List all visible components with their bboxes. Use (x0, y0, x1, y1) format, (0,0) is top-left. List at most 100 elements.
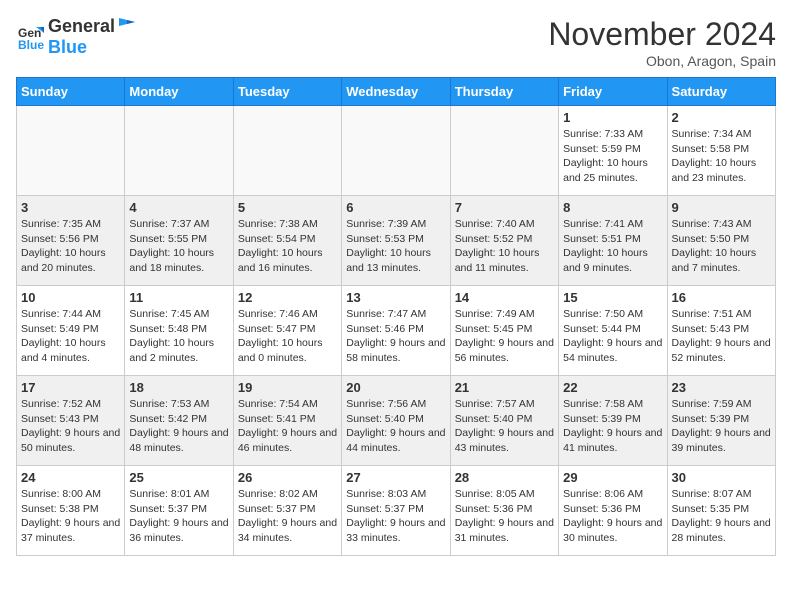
day-info: Sunrise: 7:38 AMSunset: 5:54 PMDaylight:… (238, 217, 337, 276)
day-number: 11 (129, 290, 228, 305)
day-number: 29 (563, 470, 662, 485)
day-info: Sunrise: 7:58 AMSunset: 5:39 PMDaylight:… (563, 397, 662, 456)
svg-text:Blue: Blue (18, 38, 44, 51)
logo: Gen Blue General Blue (16, 16, 135, 58)
calendar-day: 16 Sunrise: 7:51 AMSunset: 5:43 PMDayligh… (667, 286, 775, 376)
day-number: 20 (346, 380, 445, 395)
day-number: 1 (563, 110, 662, 125)
calendar-day: 17Sunrise: 7:52 AMSunset: 5:43 PMDayligh… (17, 376, 125, 466)
day-number: 18 (129, 380, 228, 395)
calendar-day: 9 Sunrise: 7:43 AMSunset: 5:50 PMDaylight… (667, 196, 775, 286)
weekday-header-thursday: Thursday (450, 78, 558, 106)
calendar-day: 18 Sunrise: 7:53 AMSunset: 5:42 PMDayligh… (125, 376, 233, 466)
calendar-day (17, 106, 125, 196)
calendar-day: 29 Sunrise: 8:06 AMSunset: 5:36 PMDayligh… (559, 466, 667, 556)
day-number: 30 (672, 470, 771, 485)
day-number: 10 (21, 290, 120, 305)
day-number: 13 (346, 290, 445, 305)
day-number: 8 (563, 200, 662, 215)
calendar-header-row: SundayMondayTuesdayWednesdayThursdayFrid… (17, 78, 776, 106)
page-header: Gen Blue General Blue November 2024 Obon… (16, 16, 776, 69)
calendar-week-4: 17Sunrise: 7:52 AMSunset: 5:43 PMDayligh… (17, 376, 776, 466)
calendar-day: 14Sunrise: 7:49 AMSunset: 5:45 PMDayligh… (450, 286, 558, 376)
weekday-header-tuesday: Tuesday (233, 78, 341, 106)
day-info: Sunrise: 7:49 AMSunset: 5:45 PMDaylight:… (455, 307, 554, 366)
day-info: Sunrise: 7:54 AMSunset: 5:41 PMDaylight:… (238, 397, 337, 456)
calendar-day: 22 Sunrise: 7:58 AMSunset: 5:39 PMDayligh… (559, 376, 667, 466)
location: Obon, Aragon, Spain (548, 53, 776, 69)
day-info: Sunrise: 7:45 AMSunset: 5:48 PMDaylight:… (129, 307, 228, 366)
day-number: 17 (21, 380, 120, 395)
calendar-day: 23Sunrise: 7:59 AMSunset: 5:39 PMDayligh… (667, 376, 775, 466)
day-info: Sunrise: 8:00 AMSunset: 5:38 PMDaylight:… (21, 487, 120, 546)
day-info: Sunrise: 7:44 AMSunset: 5:49 PMDaylight:… (21, 307, 120, 366)
day-number: 15 (563, 290, 662, 305)
calendar-day: 5Sunrise: 7:38 AMSunset: 5:54 PMDaylight… (233, 196, 341, 286)
day-info: Sunrise: 7:40 AMSunset: 5:52 PMDaylight:… (455, 217, 554, 276)
day-info: Sunrise: 7:46 AMSunset: 5:47 PMDaylight:… (238, 307, 337, 366)
day-info: Sunrise: 8:05 AMSunset: 5:36 PMDaylight:… (455, 487, 554, 546)
calendar-day: 30 Sunrise: 8:07 AMSunset: 5:35 PMDayligh… (667, 466, 775, 556)
day-number: 9 (672, 200, 771, 215)
day-info: Sunrise: 8:07 AMSunset: 5:35 PMDaylight:… (672, 487, 771, 546)
calendar-day (342, 106, 450, 196)
day-info: Sunrise: 7:51 AMSunset: 5:43 PMDaylight:… (672, 307, 771, 366)
calendar-day: 6 Sunrise: 7:39 AMSunset: 5:53 PMDaylight… (342, 196, 450, 286)
weekday-header-wednesday: Wednesday (342, 78, 450, 106)
day-info: Sunrise: 8:06 AMSunset: 5:36 PMDaylight:… (563, 487, 662, 546)
day-number: 22 (563, 380, 662, 395)
day-number: 16 (672, 290, 771, 305)
calendar-day (125, 106, 233, 196)
weekday-header-monday: Monday (125, 78, 233, 106)
calendar-day: 13Sunrise: 7:47 AMSunset: 5:46 PMDayligh… (342, 286, 450, 376)
day-number: 4 (129, 200, 228, 215)
calendar-day: 8 Sunrise: 7:41 AMSunset: 5:51 PMDaylight… (559, 196, 667, 286)
calendar-day: 1 Sunrise: 7:33 AMSunset: 5:59 PMDaylight… (559, 106, 667, 196)
month-title: November 2024 (548, 16, 776, 53)
weekday-header-friday: Friday (559, 78, 667, 106)
day-number: 25 (129, 470, 228, 485)
day-info: Sunrise: 8:03 AMSunset: 5:37 PMDaylight:… (346, 487, 445, 546)
day-info: Sunrise: 7:37 AMSunset: 5:55 PMDaylight:… (129, 217, 228, 276)
day-info: Sunrise: 8:02 AMSunset: 5:37 PMDaylight:… (238, 487, 337, 546)
calendar-day: 2Sunrise: 7:34 AMSunset: 5:58 PMDaylight… (667, 106, 775, 196)
title-block: November 2024 Obon, Aragon, Spain (548, 16, 776, 69)
day-info: Sunrise: 8:01 AMSunset: 5:37 PMDaylight:… (129, 487, 228, 546)
calendar-day: 25 Sunrise: 8:01 AMSunset: 5:37 PMDayligh… (125, 466, 233, 556)
calendar-day: 28 Sunrise: 8:05 AMSunset: 5:36 PMDayligh… (450, 466, 558, 556)
day-number: 12 (238, 290, 337, 305)
calendar-week-3: 10 Sunrise: 7:44 AMSunset: 5:49 PMDayligh… (17, 286, 776, 376)
logo-flag (117, 16, 135, 32)
day-number: 24 (21, 470, 120, 485)
calendar-day: 12 Sunrise: 7:46 AMSunset: 5:47 PMDayligh… (233, 286, 341, 376)
calendar-day: 27 Sunrise: 8:03 AMSunset: 5:37 PMDayligh… (342, 466, 450, 556)
calendar-day (450, 106, 558, 196)
calendar-week-1: 1 Sunrise: 7:33 AMSunset: 5:59 PMDaylight… (17, 106, 776, 196)
logo-general: General (48, 16, 115, 37)
calendar-day: 4 Sunrise: 7:37 AMSunset: 5:55 PMDaylight… (125, 196, 233, 286)
day-number: 27 (346, 470, 445, 485)
day-number: 3 (21, 200, 120, 215)
calendar-day: 20Sunrise: 7:56 AMSunset: 5:40 PMDayligh… (342, 376, 450, 466)
calendar: SundayMondayTuesdayWednesdayThursdayFrid… (16, 77, 776, 556)
day-number: 19 (238, 380, 337, 395)
day-info: Sunrise: 7:53 AMSunset: 5:42 PMDaylight:… (129, 397, 228, 456)
calendar-day: 7Sunrise: 7:40 AMSunset: 5:52 PMDaylight… (450, 196, 558, 286)
calendar-day: 26Sunrise: 8:02 AMSunset: 5:37 PMDayligh… (233, 466, 341, 556)
day-info: Sunrise: 7:34 AMSunset: 5:58 PMDaylight:… (672, 127, 771, 186)
day-info: Sunrise: 7:41 AMSunset: 5:51 PMDaylight:… (563, 217, 662, 276)
day-number: 21 (455, 380, 554, 395)
day-info: Sunrise: 7:35 AMSunset: 5:56 PMDaylight:… (21, 217, 120, 276)
weekday-header-saturday: Saturday (667, 78, 775, 106)
calendar-week-5: 24 Sunrise: 8:00 AMSunset: 5:38 PMDayligh… (17, 466, 776, 556)
day-info: Sunrise: 7:59 AMSunset: 5:39 PMDaylight:… (672, 397, 771, 456)
day-number: 6 (346, 200, 445, 215)
calendar-day: 10 Sunrise: 7:44 AMSunset: 5:49 PMDayligh… (17, 286, 125, 376)
day-info: Sunrise: 7:43 AMSunset: 5:50 PMDaylight:… (672, 217, 771, 276)
calendar-day: 21Sunrise: 7:57 AMSunset: 5:40 PMDayligh… (450, 376, 558, 466)
day-info: Sunrise: 7:33 AMSunset: 5:59 PMDaylight:… (563, 127, 662, 186)
logo-icon: Gen Blue (16, 23, 44, 51)
logo-blue: Blue (48, 37, 135, 58)
day-info: Sunrise: 7:39 AMSunset: 5:53 PMDaylight:… (346, 217, 445, 276)
day-number: 28 (455, 470, 554, 485)
